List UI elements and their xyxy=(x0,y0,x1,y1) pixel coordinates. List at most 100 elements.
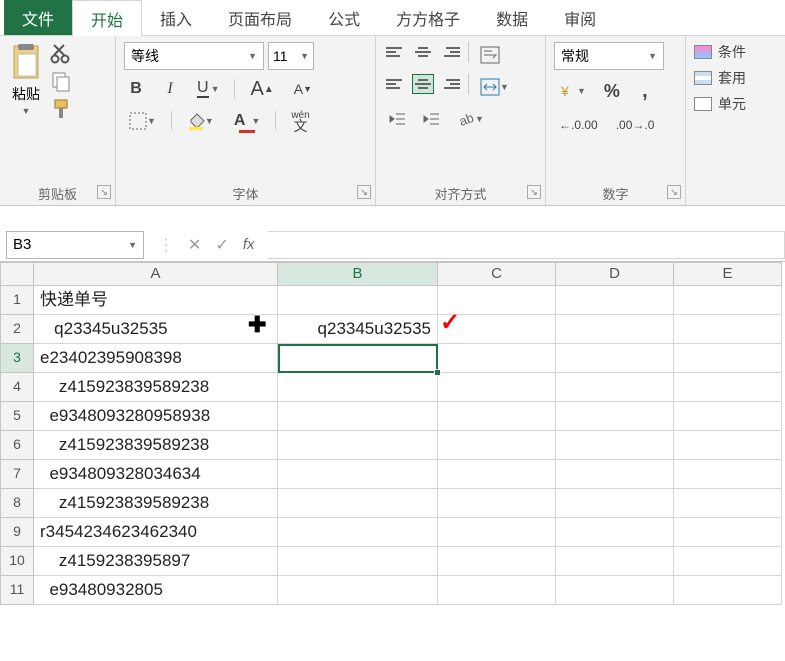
cell-B6[interactable] xyxy=(278,431,438,460)
align-center-button[interactable] xyxy=(412,74,434,94)
cell-B3[interactable] xyxy=(278,344,438,373)
cell-B9[interactable] xyxy=(278,518,438,547)
cell-E9[interactable] xyxy=(674,518,782,547)
cell-D5[interactable] xyxy=(556,402,674,431)
row-header[interactable]: 4 xyxy=(0,373,34,402)
cell-C6[interactable] xyxy=(438,431,556,460)
enter-formula-button[interactable]: ✓ xyxy=(215,235,228,255)
cell-A3[interactable]: e23402395908398 xyxy=(34,344,278,373)
merge-center-button[interactable]: ▼ xyxy=(475,74,514,100)
row-header[interactable]: 9 xyxy=(0,518,34,547)
row-header[interactable]: 1 xyxy=(0,286,34,315)
cell-D1[interactable] xyxy=(556,286,674,315)
font-name-select[interactable]: 等线 ▼ xyxy=(124,42,264,70)
cell-D4[interactable] xyxy=(556,373,674,402)
clipboard-launcher-icon[interactable]: ↘ xyxy=(97,185,111,199)
cell-B7[interactable] xyxy=(278,460,438,489)
cell-A5[interactable]: e9348093280958938 xyxy=(34,402,278,431)
cell-B8[interactable] xyxy=(278,489,438,518)
cell-A10[interactable]: z4159238395897 xyxy=(34,547,278,576)
format-table-button[interactable]: 套用 xyxy=(694,68,768,88)
cell-B10[interactable] xyxy=(278,547,438,576)
paste-dropdown-icon[interactable]: ▼ xyxy=(22,106,31,116)
tab-insert[interactable]: 插入 xyxy=(142,0,210,35)
cell-D8[interactable] xyxy=(556,489,674,518)
cell-B11[interactable] xyxy=(278,576,438,605)
cell-E10[interactable] xyxy=(674,547,782,576)
col-header-A[interactable]: A xyxy=(34,262,278,286)
cell-D11[interactable] xyxy=(556,576,674,605)
alignment-launcher-icon[interactable]: ↘ xyxy=(527,185,541,199)
col-header-C[interactable]: C xyxy=(438,262,556,286)
percent-button[interactable]: % xyxy=(599,78,625,104)
cell-E3[interactable] xyxy=(674,344,782,373)
underline-button[interactable]: U▼ xyxy=(192,76,224,102)
cell-A7[interactable]: e934809328034634 xyxy=(34,460,278,489)
cell-C7[interactable] xyxy=(438,460,556,489)
format-painter-icon[interactable] xyxy=(50,98,72,120)
cell-A9[interactable]: r3454234623462340 xyxy=(34,518,278,547)
increase-decimal-button[interactable]: ←.0.00 xyxy=(554,112,603,138)
align-middle-button[interactable] xyxy=(412,42,434,62)
cell-E1[interactable] xyxy=(674,286,782,315)
grow-font-button[interactable]: A▲ xyxy=(245,76,278,102)
cell-E2[interactable] xyxy=(674,315,782,344)
cell-A11[interactable]: e93480932805 xyxy=(34,576,278,605)
wrap-text-button[interactable] xyxy=(475,42,505,68)
font-size-select[interactable]: 11 ▼ xyxy=(268,42,314,70)
orientation-button[interactable]: ab▼ xyxy=(452,106,489,132)
cell-B2[interactable]: q23345u32535 xyxy=(278,315,438,344)
cell-D7[interactable] xyxy=(556,460,674,489)
cell-D10[interactable] xyxy=(556,547,674,576)
copy-icon[interactable] xyxy=(50,70,72,92)
tab-pagelayout[interactable]: 页面布局 xyxy=(210,0,310,35)
increase-indent-button[interactable] xyxy=(418,106,446,132)
fill-color-button[interactable]: ▼ xyxy=(182,108,219,134)
col-header-B[interactable]: B xyxy=(278,262,438,286)
cell-E7[interactable] xyxy=(674,460,782,489)
row-header[interactable]: 5 xyxy=(0,402,34,431)
cut-icon[interactable] xyxy=(50,42,72,64)
col-header-E[interactable]: E xyxy=(674,262,782,286)
cell-D3[interactable] xyxy=(556,344,674,373)
row-header[interactable]: 6 xyxy=(0,431,34,460)
cell-B1[interactable] xyxy=(278,286,438,315)
cell-E5[interactable] xyxy=(674,402,782,431)
phonetic-guide-button[interactable]: wén文 xyxy=(286,108,314,134)
cell-A6[interactable]: z415923839589238 xyxy=(34,431,278,460)
currency-button[interactable]: ¥▼ xyxy=(554,78,591,104)
tab-home[interactable]: 开始 xyxy=(72,0,142,36)
paste-button[interactable]: 粘贴 ▼ xyxy=(8,42,44,120)
cell-A4[interactable]: z415923839589238 xyxy=(34,373,278,402)
name-box[interactable]: B3 ▼ xyxy=(6,231,144,259)
cell-styles-button[interactable]: 单元 xyxy=(694,94,768,114)
cell-E11[interactable] xyxy=(674,576,782,605)
cell-E6[interactable] xyxy=(674,431,782,460)
row-header[interactable]: 2 xyxy=(0,315,34,344)
tab-review[interactable]: 审阅 xyxy=(546,0,614,35)
select-all-corner[interactable] xyxy=(0,262,34,286)
cell-B4[interactable] xyxy=(278,373,438,402)
fx-button[interactable]: fx xyxy=(243,236,255,253)
row-header[interactable]: 3 xyxy=(0,344,34,373)
cell-A2[interactable]: q23345u32535 xyxy=(34,315,278,344)
cell-D9[interactable] xyxy=(556,518,674,547)
cell-C11[interactable] xyxy=(438,576,556,605)
cancel-formula-button[interactable]: ✕ xyxy=(188,235,201,255)
cell-C3[interactable] xyxy=(438,344,556,373)
font-launcher-icon[interactable]: ↘ xyxy=(357,185,371,199)
cell-E4[interactable] xyxy=(674,373,782,402)
row-header[interactable]: 10 xyxy=(0,547,34,576)
tab-formulas[interactable]: 公式 xyxy=(310,0,378,35)
shrink-font-button[interactable]: A▼ xyxy=(289,76,317,102)
tab-ffgz[interactable]: 方方格子 xyxy=(378,0,478,35)
decrease-indent-button[interactable] xyxy=(384,106,412,132)
cell-B5[interactable] xyxy=(278,402,438,431)
cell-D2[interactable] xyxy=(556,315,674,344)
row-header[interactable]: 11 xyxy=(0,576,34,605)
cell-C8[interactable] xyxy=(438,489,556,518)
border-button[interactable]: ▼ xyxy=(124,108,161,134)
decrease-decimal-button[interactable]: .00→.0 xyxy=(611,112,660,138)
number-launcher-icon[interactable]: ↘ xyxy=(667,185,681,199)
tab-file[interactable]: 文件 xyxy=(4,0,72,35)
